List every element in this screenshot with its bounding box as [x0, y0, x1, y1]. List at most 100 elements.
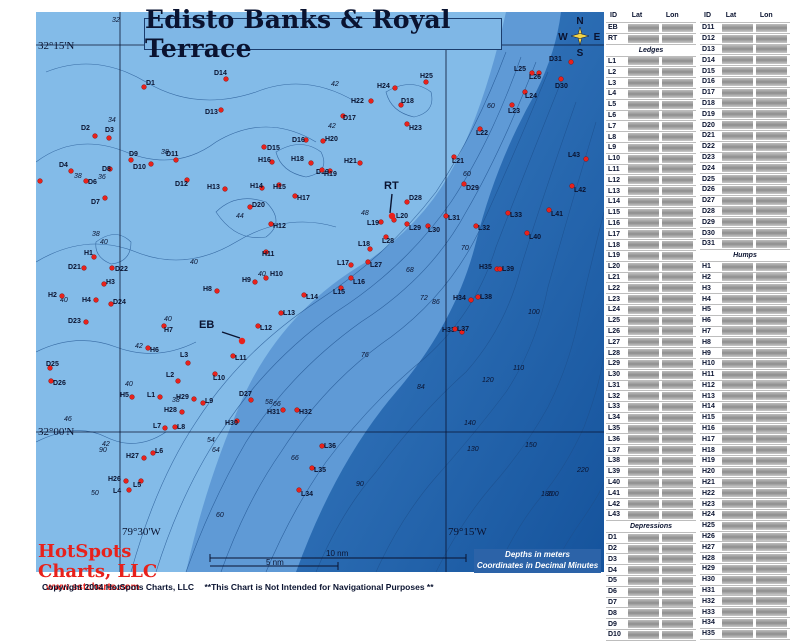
spot-marker-h2[interactable]: [59, 293, 65, 299]
table-row[interactable]: L18: [606, 240, 696, 251]
spot-marker-l1[interactable]: [157, 394, 163, 400]
spot-marker-d5[interactable]: [37, 178, 43, 184]
table-row[interactable]: H1: [700, 262, 790, 273]
spot-marker-d9[interactable]: [128, 157, 134, 163]
spot-marker-l3[interactable]: [185, 360, 191, 366]
table-row[interactable]: D12: [700, 34, 790, 45]
table-row[interactable]: H33: [700, 607, 790, 619]
table-row[interactable]: D14: [700, 55, 790, 67]
table-row[interactable]: L32: [606, 391, 696, 403]
table-row[interactable]: L23: [606, 294, 696, 305]
table-row[interactable]: H15: [700, 413, 790, 424]
table-row[interactable]: D11: [700, 23, 790, 34]
spot-marker-h21[interactable]: [357, 160, 363, 166]
table-row[interactable]: L9: [606, 143, 696, 154]
table-row[interactable]: H34: [700, 618, 790, 629]
spot-marker-d27[interactable]: [248, 397, 254, 403]
spot-marker-h22[interactable]: [368, 98, 374, 104]
spot-marker-d2[interactable]: [92, 133, 98, 139]
table-row[interactable]: D2: [606, 544, 696, 555]
spot-marker-h10[interactable]: [263, 275, 269, 281]
chart-map[interactable]: 32 34 38 38 36 38 40 40 40 40 38 40 42 44 42 48 60 68 70 76…: [36, 12, 604, 572]
table-row[interactable]: H19: [700, 456, 790, 467]
table-row[interactable]: H23: [700, 499, 790, 511]
table-row[interactable]: H30: [700, 575, 790, 586]
table-row[interactable]: D24: [700, 163, 790, 175]
spot-marker-d23[interactable]: [83, 319, 89, 325]
table-row[interactable]: D28: [700, 207, 790, 218]
spot-marker-l17[interactable]: [348, 262, 354, 268]
table-row[interactable]: L5: [606, 100, 696, 111]
table-row[interactable]: H14: [700, 402, 790, 413]
table-row[interactable]: D20: [700, 120, 790, 131]
spot-marker-d7[interactable]: [102, 195, 108, 201]
table-row[interactable]: H29: [700, 564, 790, 575]
spot-marker-h24[interactable]: [392, 85, 398, 91]
spot-marker-l23[interactable]: [509, 102, 515, 108]
table-row[interactable]: H7: [700, 327, 790, 338]
table-row[interactable]: D21: [700, 131, 790, 142]
table-row[interactable]: H16: [700, 424, 790, 435]
table-row[interactable]: L40: [606, 478, 696, 489]
spot-marker-d22[interactable]: [109, 265, 115, 271]
table-row[interactable]: H26: [700, 532, 790, 543]
table-row[interactable]: H5: [700, 305, 790, 316]
spot-marker-h26[interactable]: [123, 478, 129, 484]
table-row[interactable]: H25: [700, 521, 790, 532]
table-row[interactable]: D31: [700, 239, 790, 250]
table-row[interactable]: D15: [700, 66, 790, 77]
table-row[interactable]: L28: [606, 348, 696, 359]
spot-marker-h18[interactable]: [308, 160, 314, 166]
spot-marker-h13[interactable]: [222, 186, 228, 192]
table-row[interactable]: H12: [700, 381, 790, 392]
table-row[interactable]: L34: [606, 413, 696, 424]
table-row[interactable]: L39: [606, 467, 696, 478]
table-row[interactable]: D6: [606, 587, 696, 598]
table-row[interactable]: L12: [606, 175, 696, 187]
spot-marker-h29[interactable]: [191, 396, 197, 402]
table-row[interactable]: L26: [606, 327, 696, 338]
spot-marker-h31[interactable]: [280, 407, 286, 413]
table-row[interactable]: L35: [606, 424, 696, 435]
table-row[interactable]: D5: [606, 576, 696, 587]
spot-marker-l4[interactable]: [126, 487, 132, 493]
table-row[interactable]: L29: [606, 359, 696, 370]
spot-marker-h34[interactable]: [468, 297, 474, 303]
table-row[interactable]: L30: [606, 370, 696, 381]
spot-marker-d21[interactable]: [81, 265, 87, 271]
table-row[interactable]: H4: [700, 294, 790, 305]
spot-marker-l7[interactable]: [162, 425, 168, 431]
table-row[interactable]: D16: [700, 77, 790, 88]
spot-marker-h9[interactable]: [252, 279, 258, 285]
spot-marker-d15[interactable]: [261, 144, 267, 150]
spot-marker-d3[interactable]: [106, 135, 112, 141]
table-row[interactable]: D23: [700, 153, 790, 164]
table-row[interactable]: H18: [700, 445, 790, 457]
table-row[interactable]: L21: [606, 273, 696, 284]
table-row[interactable]: H21: [700, 478, 790, 489]
table-row[interactable]: D26: [700, 185, 790, 196]
table-row[interactable]: H28: [700, 553, 790, 565]
table-row[interactable]: L36: [606, 434, 696, 446]
table-row[interactable]: D25: [700, 174, 790, 185]
spot-marker-h25[interactable]: [423, 79, 429, 85]
table-row[interactable]: L15: [606, 208, 696, 219]
table-row[interactable]: H9: [700, 348, 790, 359]
table-row[interactable]: L20: [606, 262, 696, 273]
table-row[interactable]: D4: [606, 565, 696, 577]
spot-marker-d10[interactable]: [148, 161, 154, 167]
spot-marker-h4[interactable]: [93, 297, 99, 303]
spot-marker-h5[interactable]: [129, 394, 135, 400]
table-row[interactable]: L16: [606, 219, 696, 230]
table-row[interactable]: H35: [700, 629, 790, 640]
table-row[interactable]: D9: [606, 619, 696, 631]
table-row[interactable]: L38: [606, 456, 696, 467]
table-row[interactable]: L11: [606, 165, 696, 176]
table-row[interactable]: L13: [606, 186, 696, 197]
table-row[interactable]: L4: [606, 89, 696, 100]
table-row[interactable]: L7: [606, 121, 696, 133]
table-row[interactable]: D3: [606, 554, 696, 566]
table-row[interactable]: H6: [700, 316, 790, 327]
table-row[interactable]: L33: [606, 402, 696, 413]
spot-marker-d31[interactable]: [568, 59, 574, 65]
